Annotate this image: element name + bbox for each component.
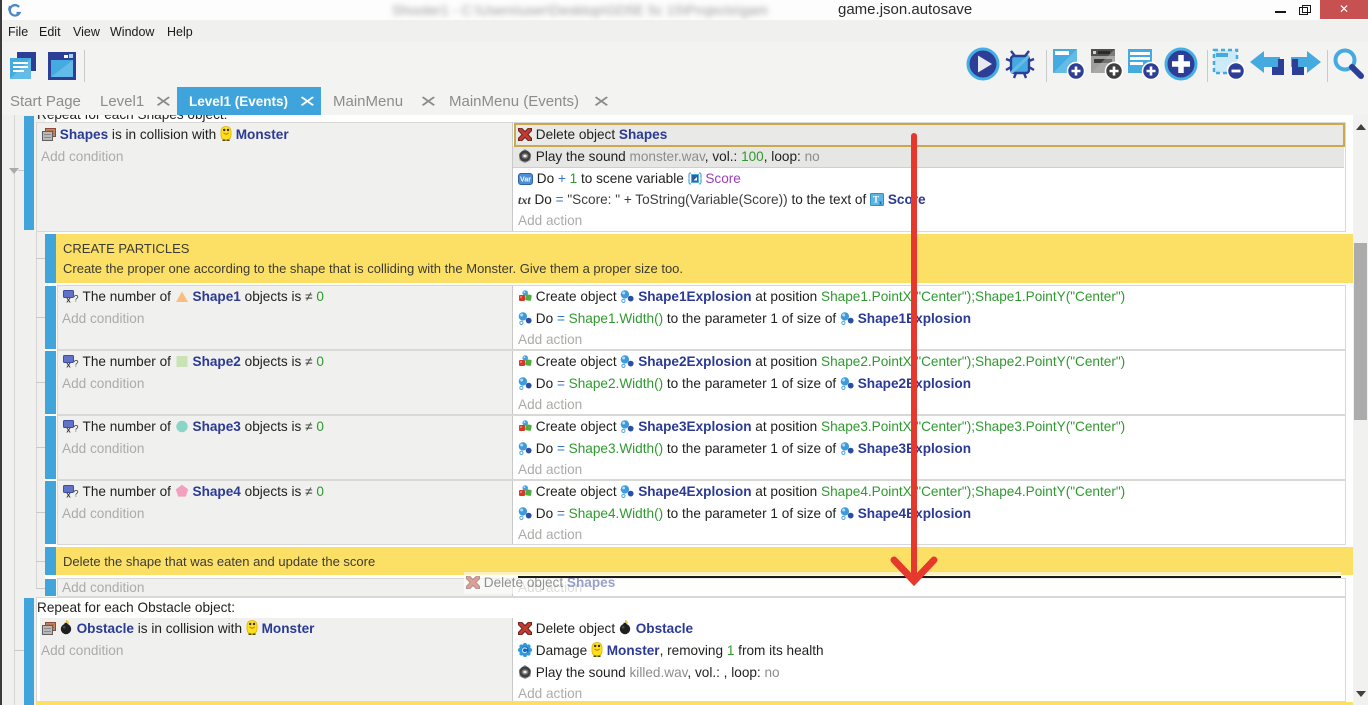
svg-text:x: x bbox=[66, 491, 71, 499]
svg-text:?: ? bbox=[73, 424, 78, 434]
svg-text:?: ? bbox=[73, 489, 78, 499]
svg-text:x: x bbox=[66, 426, 71, 434]
svg-text:x: x bbox=[66, 296, 71, 304]
svg-text:x: x bbox=[66, 361, 71, 369]
svg-text:?: ? bbox=[73, 359, 78, 369]
svg-text:?: ? bbox=[73, 294, 78, 304]
svg-text:Var: Var bbox=[520, 177, 531, 184]
